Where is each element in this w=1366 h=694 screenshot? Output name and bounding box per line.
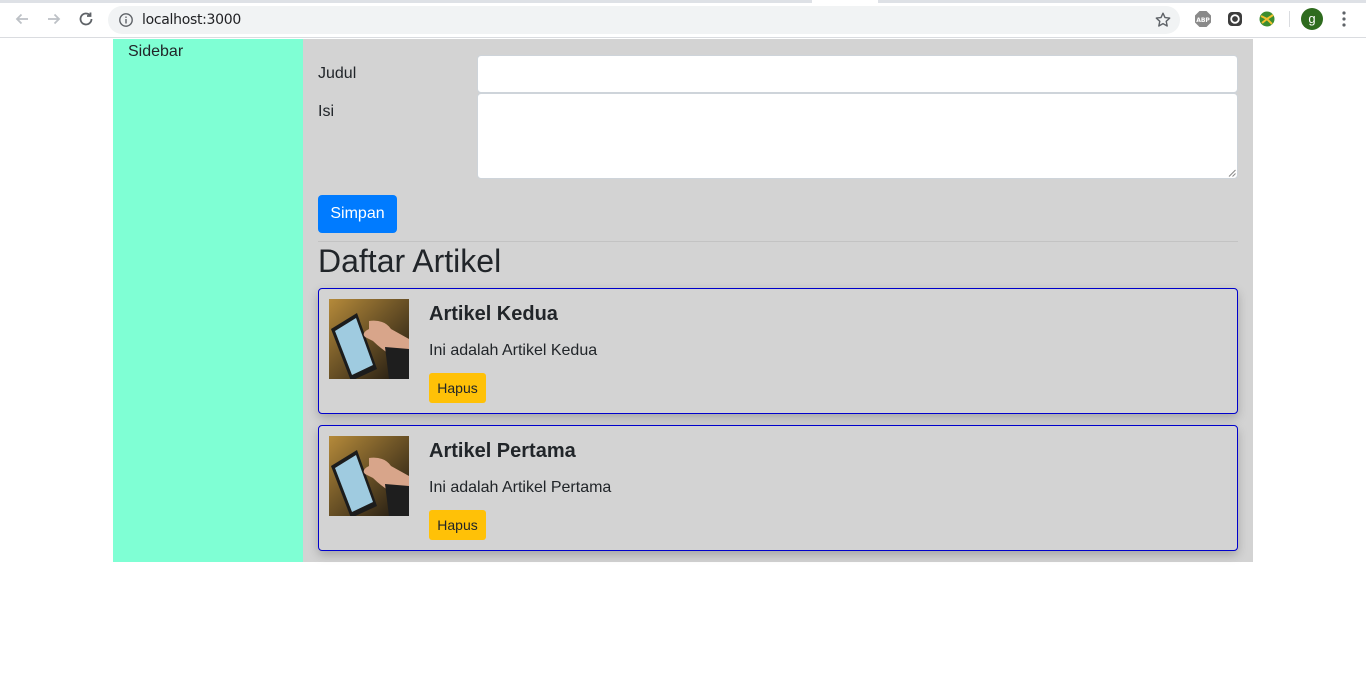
forward-button[interactable] (44, 9, 64, 29)
back-arrow-icon (15, 13, 28, 25)
forward-arrow-icon (48, 13, 61, 25)
article-thumbnail (329, 436, 409, 516)
article-body: Ini adalah Artikel Pertama (429, 479, 612, 496)
back-button[interactable] (12, 9, 32, 29)
title-input[interactable] (477, 55, 1238, 93)
svg-text:ABP: ABP (1196, 17, 1210, 24)
site-info-icon[interactable] (118, 12, 134, 28)
address-bar[interactable]: localhost:3000 (108, 6, 1180, 34)
globe-extension-icon[interactable] (1258, 10, 1276, 28)
article-list-heading: Daftar Artikel (318, 243, 502, 279)
toolbar-separator (1289, 11, 1290, 27)
url-text[interactable]: localhost:3000 (142, 12, 241, 28)
extension-icon[interactable] (1226, 10, 1244, 28)
article-body: Ini adalah Artikel Kedua (429, 342, 598, 359)
content-textarea[interactable] (477, 93, 1238, 179)
save-button[interactable]: Simpan (318, 195, 397, 233)
delete-button[interactable]: Hapus (429, 510, 486, 540)
active-tab-indicator (812, 0, 878, 3)
sidebar: Sidebar (113, 39, 303, 562)
sidebar-label: Sidebar (128, 43, 184, 60)
article-title: Artikel Kedua (429, 303, 558, 325)
delete-button[interactable]: Hapus (429, 373, 486, 403)
browser-menu-icon[interactable] (1336, 9, 1352, 29)
article-card: Artikel Pertama Ini adalah Artikel Perta… (318, 425, 1238, 551)
divider (318, 241, 1238, 242)
main-content: Judul Isi Simpan Daftar Artikel Artikel … (303, 39, 1253, 562)
browser-toolbar: localhost:3000 ABP g (0, 0, 1366, 38)
tab-strip (0, 0, 1366, 3)
article-title: Artikel Pertama (429, 440, 576, 462)
article-thumbnail (329, 299, 409, 379)
tablet-image (329, 299, 409, 379)
tablet-image (329, 436, 409, 516)
title-label: Judul (318, 65, 357, 82)
article-card: Artikel Kedua Ini adalah Artikel Kedua H… (318, 288, 1238, 414)
profile-avatar[interactable]: g (1301, 8, 1323, 30)
content-label: Isi (318, 103, 334, 120)
reload-icon (79, 12, 93, 26)
abp-icon[interactable]: ABP (1194, 10, 1212, 28)
resize-handle-icon[interactable] (1228, 169, 1236, 177)
page-container: Sidebar Judul Isi Simpan Daftar Artikel (113, 39, 1253, 562)
bookmark-star-icon[interactable] (1154, 11, 1172, 29)
reload-button[interactable] (76, 9, 96, 29)
